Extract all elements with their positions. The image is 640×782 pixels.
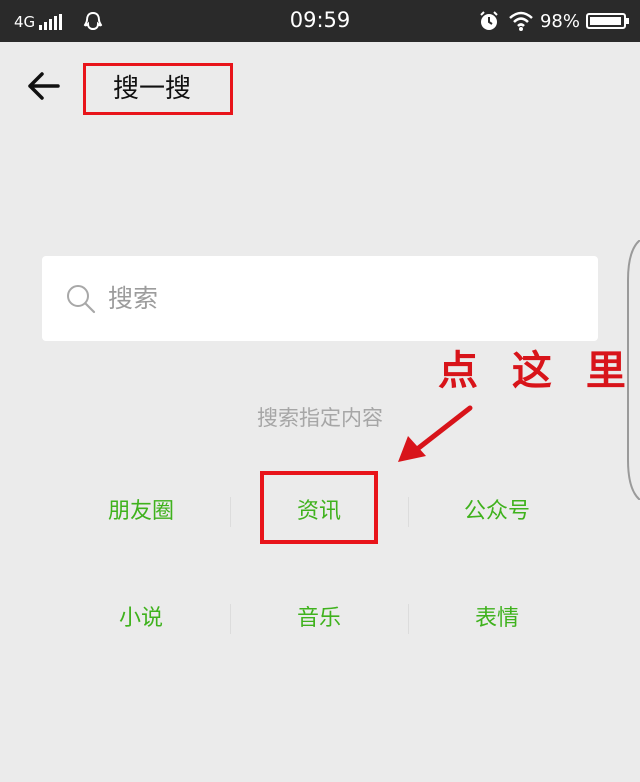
page-title: 搜一搜 — [113, 74, 192, 104]
category-news[interactable]: 资讯 — [234, 492, 404, 532]
annotation-text: 点 这 里 — [438, 347, 636, 394]
battery-icon — [586, 13, 629, 29]
category-novels[interactable]: 小说 — [56, 599, 226, 639]
edge-decoration — [627, 240, 640, 500]
divider — [230, 497, 231, 527]
alarm-icon — [480, 11, 498, 30]
search-bar[interactable] — [42, 256, 598, 341]
status-right: 98% — [478, 9, 629, 33]
search-hint: 搜索指定内容 — [257, 406, 383, 430]
divider — [230, 604, 231, 634]
category-music[interactable]: 音乐 — [234, 599, 404, 639]
battery-percent: 98% — [539, 10, 580, 32]
divider — [408, 604, 409, 634]
battery-level — [590, 17, 622, 25]
category-official-accounts[interactable]: 公众号 — [412, 492, 582, 532]
category-stickers[interactable]: 表情 — [412, 599, 582, 639]
search-icon — [67, 285, 96, 314]
wifi-icon — [509, 11, 533, 31]
search-input[interactable] — [108, 278, 568, 318]
category-moments[interactable]: 朋友圈 — [56, 492, 226, 532]
divider — [408, 497, 409, 527]
arrow-left-icon[interactable] — [24, 66, 64, 106]
status-bar: 4G 09:59 98% — [0, 0, 640, 42]
